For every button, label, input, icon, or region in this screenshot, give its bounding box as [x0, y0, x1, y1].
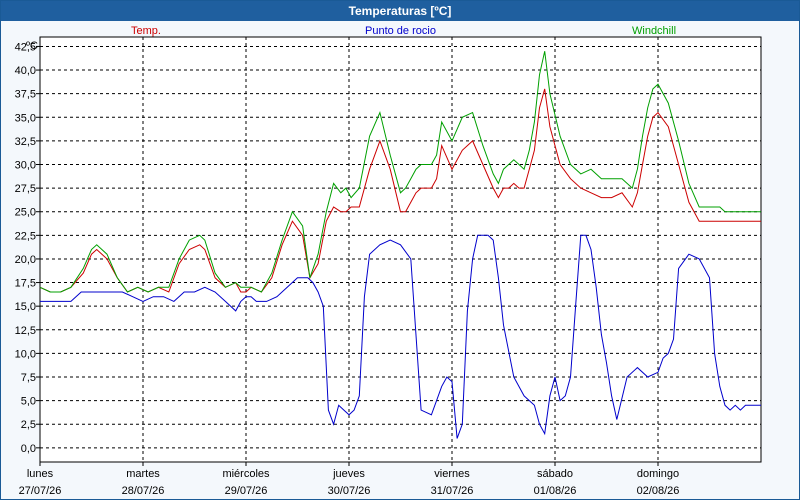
y-tick-label: 2,5 — [21, 419, 36, 431]
x-tick-label-date: 29/07/26 — [225, 485, 268, 497]
x-tick-label-day: viernes — [434, 468, 470, 480]
x-tick-label-day: jueves — [332, 468, 365, 480]
x-tick-label-day: sábado — [537, 468, 573, 480]
y-tick-label: 7,5 — [21, 372, 36, 384]
y-tick-label: 12,5 — [15, 325, 36, 337]
y-tick-label: 15,0 — [15, 301, 36, 313]
temperature-chart: 0,0 2,5 5,0 7,5 10,0 12,5 15,0 17,5 20,0 22,5 25,0… — [15, 36, 762, 497]
x-tick-label-day: domingo — [637, 468, 679, 480]
y-tick-label: 20,0 — [15, 254, 36, 266]
y-tick-label: 0,0 — [21, 443, 36, 455]
x-tick-label-date: 31/07/26 — [431, 485, 474, 497]
x-tick-label-date: 30/07/26 — [328, 485, 371, 497]
x-tick-label-day: martes — [126, 468, 160, 480]
y-tick-label: 25,0 — [15, 207, 36, 219]
x-tick-label-date: 01/08/26 — [534, 485, 577, 497]
x-tick-label-date: 27/07/26 — [19, 485, 62, 497]
x-tick-label-date: 02/08/26 — [637, 485, 680, 497]
y-tick-label: 37,5 — [15, 89, 36, 101]
y-tick-label: 42,5 — [15, 41, 36, 53]
y-tick-label: 30,0 — [15, 160, 36, 172]
y-tick-label: 17,5 — [15, 278, 36, 290]
x-tick-label-date: 28/07/26 — [122, 485, 165, 497]
y-tick-label: 27,5 — [15, 183, 36, 195]
x-tick-label-day: lunes — [27, 468, 54, 480]
y-tick-label: 5,0 — [21, 396, 36, 408]
x-tick-label-day: miércoles — [222, 468, 270, 480]
y-tick-label: 40,0 — [15, 65, 36, 77]
y-tick-label: 32,5 — [15, 136, 36, 148]
plot-area — [39, 36, 762, 463]
y-tick-label: 35,0 — [15, 112, 36, 124]
y-tick-label: 22,5 — [15, 230, 36, 242]
y-tick-label: 10,0 — [15, 348, 36, 360]
